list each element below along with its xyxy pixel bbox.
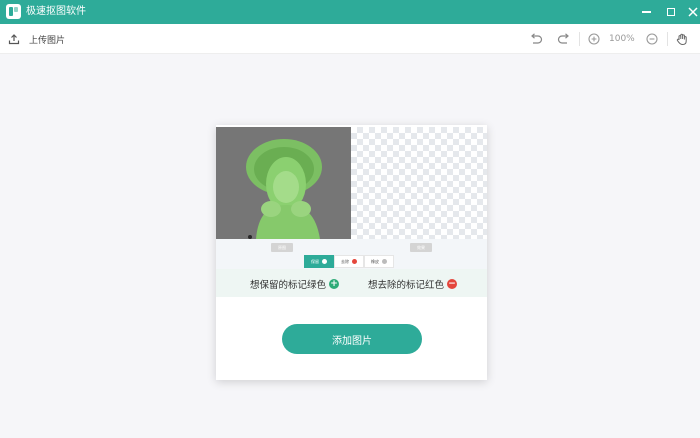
tab-keep-label: 保留: [311, 258, 319, 264]
upload-image-button[interactable]: 上传图片: [8, 30, 65, 48]
portrait-marked-green: [216, 127, 351, 239]
title-bar: 极速抠图软件: [0, 0, 700, 24]
toolbar-divider: [667, 32, 668, 46]
toolbar-divider: [579, 32, 580, 46]
tab-remove: 去除: [334, 255, 364, 268]
result-tag: 效果: [410, 243, 432, 252]
sample-controls: 原图 效果 保留 去除 橡皮: [216, 239, 487, 269]
minimize-button[interactable]: [637, 3, 655, 21]
app-title: 极速抠图软件: [26, 6, 86, 17]
legend-remove-label: 想去除的标记红色: [368, 280, 445, 291]
close-button[interactable]: [684, 3, 700, 21]
sample-original-image: [216, 127, 351, 239]
zoom-out-icon[interactable]: [645, 32, 659, 46]
tab-keep: 保留: [304, 255, 334, 268]
upload-image-label: 上传图片: [29, 35, 66, 46]
redo-icon[interactable]: [557, 32, 571, 46]
app-logo-icon: [6, 4, 21, 19]
tab-eraser: 橡皮: [364, 255, 394, 268]
legend-keep-label: 想保留的标记绿色: [250, 280, 327, 291]
mark-mode-tabs: 保留 去除 橡皮: [304, 255, 394, 268]
keep-dot-icon: [322, 259, 327, 264]
tab-remove-label: 去除: [341, 258, 349, 264]
legend-remove: 想去除的标记红色 −: [368, 277, 458, 291]
zoom-level: 100%: [609, 34, 635, 44]
toolbar: 上传图片 100%: [0, 24, 700, 54]
minimize-icon: [641, 11, 651, 13]
maximize-icon: [667, 8, 675, 16]
zoom-in-icon[interactable]: [587, 32, 601, 46]
add-image-button[interactable]: 添加图片: [282, 324, 422, 354]
plus-circle-green-icon: +: [329, 279, 340, 289]
hand-icon[interactable]: [675, 32, 689, 46]
sample-result-transparent: [351, 127, 487, 239]
close-icon: [688, 7, 698, 17]
tab-eraser-label: 橡皮: [371, 258, 379, 264]
start-card: 原图 效果 保留 去除 橡皮 想保留的标记绿色 + 想去除的标记红色 − 添加图…: [216, 125, 487, 380]
eraser-dot-icon: [382, 259, 387, 264]
upload-icon: [8, 34, 20, 45]
legend-keep: 想保留的标记绿色 +: [250, 277, 340, 291]
maximize-button[interactable]: [662, 3, 680, 21]
undo-icon[interactable]: [529, 32, 543, 46]
marking-legend: 想保留的标记绿色 + 想去除的标记红色 −: [216, 269, 487, 297]
minus-circle-red-icon: −: [447, 279, 458, 289]
remove-dot-icon: [352, 259, 357, 264]
original-tag: 原图: [271, 243, 293, 252]
